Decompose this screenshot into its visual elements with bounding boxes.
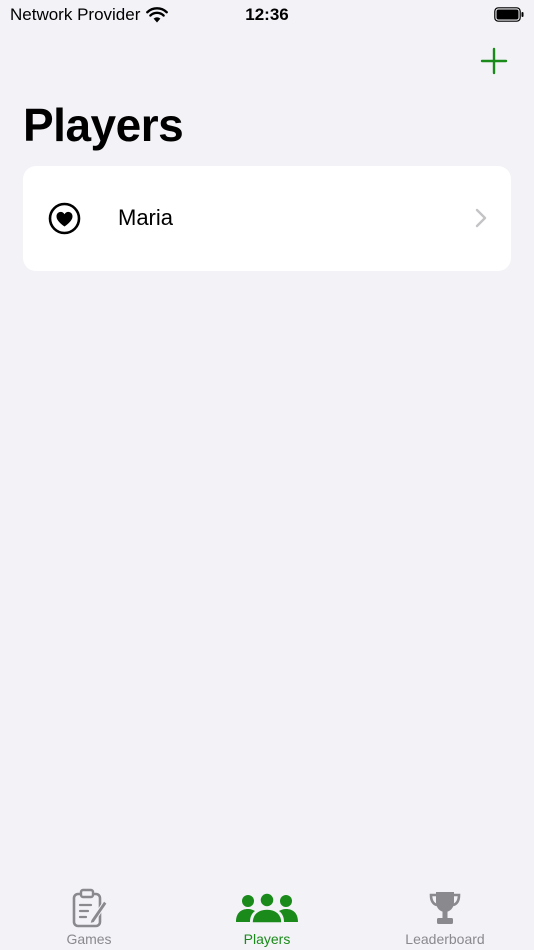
add-player-button[interactable] (480, 47, 508, 75)
people-group-icon (236, 892, 298, 924)
tab-players-label: Players (243, 931, 291, 947)
status-bar: Network Provider 12:36 (0, 0, 534, 30)
player-name: Maria (118, 205, 174, 230)
trophy-icon (429, 892, 461, 924)
players-list: Maria (23, 166, 511, 271)
tab-bar: Games Players Leaderboard (0, 880, 534, 950)
tab-players[interactable]: Players (178, 880, 356, 950)
tab-games-label: Games (66, 931, 112, 947)
battery-icon (494, 7, 524, 22)
plus-icon (480, 47, 508, 75)
heart-circle-icon (48, 202, 81, 235)
tab-leaderboard-label: Leaderboard (405, 931, 485, 947)
tab-games[interactable]: Games (0, 880, 178, 950)
list-item-player[interactable]: Maria (23, 166, 511, 271)
chevron-right-icon (475, 208, 487, 228)
status-time: 12:36 (245, 5, 289, 24)
clipboard-edit-icon (72, 888, 107, 928)
page-title: Players (23, 99, 184, 151)
tab-leaderboard[interactable]: Leaderboard (356, 880, 534, 950)
